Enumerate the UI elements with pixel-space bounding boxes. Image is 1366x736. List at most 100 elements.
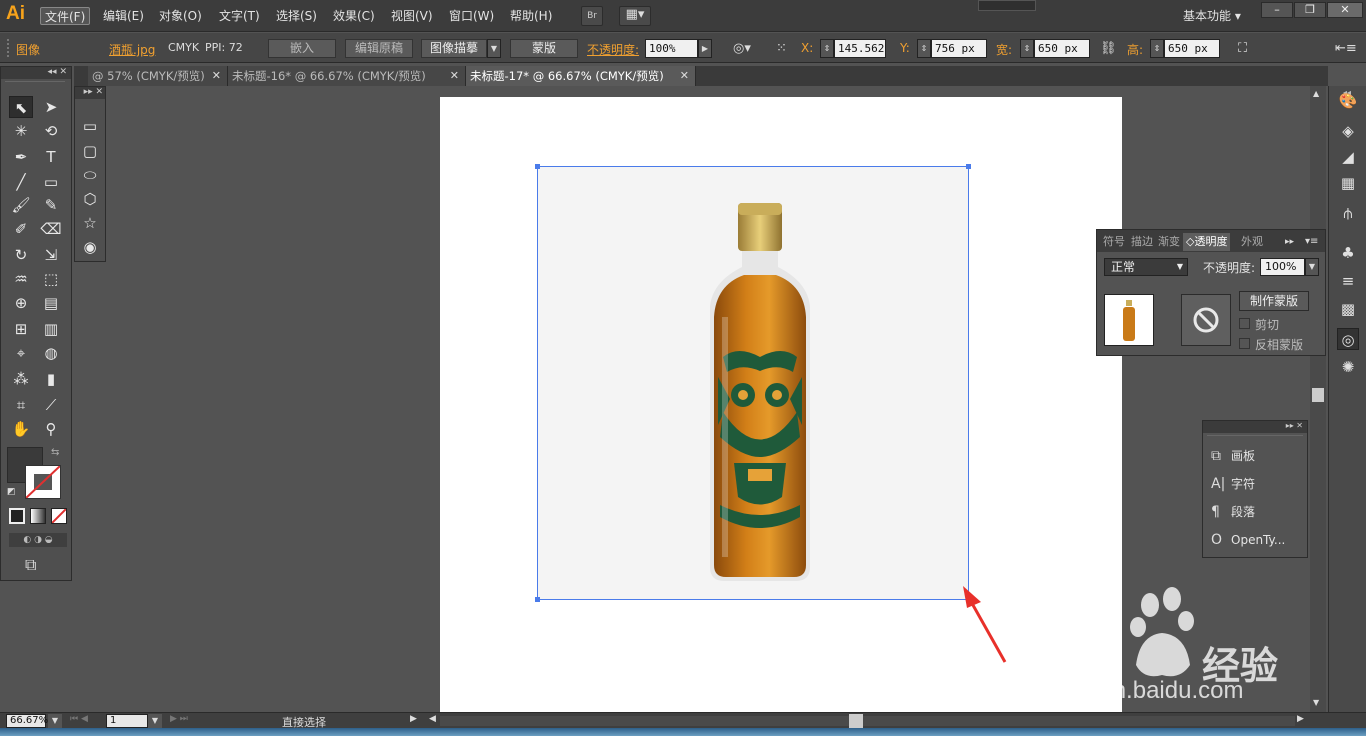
linked-file-link[interactable]: 酒瓶.jpg <box>109 41 155 58</box>
shape-builder-tool-icon[interactable]: ⊕ <box>9 292 33 314</box>
panel-header[interactable]: ▸▸ ✕ <box>75 87 105 99</box>
type-tool-icon[interactable]: T <box>39 146 63 168</box>
scale-tool-icon[interactable]: ⇲ <box>39 244 63 266</box>
gradient-tool-icon[interactable]: ▥ <box>39 318 63 340</box>
blob-brush-tool-icon[interactable]: ✐ <box>9 218 33 240</box>
restore-button[interactable]: ❐ <box>1294 2 1326 18</box>
menu-file[interactable]: 文件(F) <box>40 7 91 25</box>
brushes-icon[interactable]: ⫛ <box>1337 202 1359 224</box>
width-stepper[interactable]: ⇕ <box>1020 39 1034 58</box>
stroke-swatch[interactable] <box>25 465 61 499</box>
panel-header[interactable]: ▸▸ ✕ <box>1203 421 1307 433</box>
flare-tool-icon[interactable]: ◉ <box>78 236 102 258</box>
search-stock-field[interactable] <box>978 0 1036 11</box>
artboards-panel-button[interactable]: ⧉ 画板 <box>1211 446 1255 466</box>
zoom-dropdown[interactable]: ▼ <box>48 714 62 728</box>
polygon-tool-icon[interactable]: ⬡ <box>78 188 102 210</box>
menu-window[interactable]: 窗口(W) <box>445 7 498 25</box>
scroll-down-icon[interactable]: ▼ <box>1313 698 1319 707</box>
opacity-input[interactable]: 100% <box>645 39 698 58</box>
rounded-rectangle-tool-icon[interactable]: ▢ <box>78 140 102 162</box>
grip-handle[interactable] <box>7 39 11 57</box>
warp-tool-icon[interactable]: ♒ <box>9 268 33 290</box>
close-icon[interactable]: ✕ <box>1296 421 1303 430</box>
swap-colors-icon[interactable]: ⇆ <box>51 447 59 458</box>
transform-icon[interactable]: ⛶ <box>1238 41 1247 56</box>
constrain-proportions-icon[interactable]: ⛓ <box>1100 41 1117 56</box>
tab-document-1[interactable]: @ 57% (CMYK/预览) ✕ <box>88 66 228 86</box>
menu-select[interactable]: 选择(S) <box>272 7 321 25</box>
opacity-dropdown[interactable]: ▼ <box>1305 258 1319 276</box>
arrange-documents-button[interactable]: ▦▾ <box>619 6 651 26</box>
selection-handle[interactable] <box>535 597 540 602</box>
menu-edit[interactable]: 编辑(E) <box>99 7 148 25</box>
invert-mask-checkbox[interactable] <box>1239 338 1250 349</box>
image-trace-button[interactable]: 图像描摹 <box>421 39 487 58</box>
tab-transparency[interactable]: ◇透明度 <box>1183 233 1231 251</box>
workspace-switcher[interactable]: 基本功能 ▾ <box>1183 7 1241 24</box>
y-input[interactable]: 756 px <box>931 39 987 58</box>
mesh-tool-icon[interactable]: ⊞ <box>9 318 33 340</box>
height-stepper[interactable]: ⇕ <box>1150 39 1164 58</box>
symbol-sprayer-tool-icon[interactable]: ⁂ <box>9 368 33 390</box>
close-icon[interactable]: ✕ <box>680 66 689 86</box>
layers-icon[interactable]: ◈ <box>1337 120 1359 142</box>
hand-tool-icon[interactable]: ✋ <box>9 418 33 440</box>
artboard-number-input[interactable]: 1 <box>106 714 148 728</box>
blend-mode-select[interactable]: 正常 ▼ <box>1104 258 1188 276</box>
selection-handle[interactable] <box>535 164 540 169</box>
recolor-icon[interactable]: ◎▾ <box>733 41 751 56</box>
selection-handle[interactable] <box>966 164 971 169</box>
close-icon[interactable]: ✕ <box>212 66 221 86</box>
last-artboard-icon[interactable]: ▶ ⏭ <box>170 714 188 724</box>
paragraph-panel-button[interactable]: ¶ 段落 <box>1211 502 1255 522</box>
swatches-icon[interactable]: ▦ <box>1337 172 1359 194</box>
embed-button[interactable]: 嵌入 <box>268 39 336 58</box>
collapse-icon[interactable]: ▸▸ <box>1286 421 1294 430</box>
width-input[interactable]: 650 px <box>1034 39 1090 58</box>
mask-thumbnail[interactable] <box>1181 294 1231 346</box>
none-mode-button[interactable] <box>51 508 67 524</box>
artboard-dropdown[interactable]: ▼ <box>148 714 162 728</box>
default-colors-icon[interactable]: ◩ <box>7 487 16 497</box>
scroll-left-icon[interactable]: ◀ <box>429 714 436 724</box>
gradient-icon[interactable]: ▩ <box>1337 298 1359 320</box>
menu-type[interactable]: 文字(T) <box>215 7 264 25</box>
menu-object[interactable]: 对象(O) <box>155 7 206 25</box>
tab-document-16[interactable]: 未标题-16* @ 66.67% (CMYK/预览) ✕ <box>228 66 466 86</box>
star-tool-icon[interactable]: ☆ <box>78 212 102 234</box>
opentype-panel-button[interactable]: O OpenTy... <box>1211 530 1285 550</box>
lasso-tool-icon[interactable]: ⟲ <box>39 120 63 142</box>
free-transform-tool-icon[interactable]: ⬚ <box>39 268 63 290</box>
artboard-tool-icon[interactable]: ⌗ <box>9 394 33 416</box>
column-graph-tool-icon[interactable]: ▮ <box>39 368 63 390</box>
line-tool-icon[interactable]: ╱ <box>9 171 33 193</box>
blend-tool-icon[interactable]: ◍ <box>39 342 63 364</box>
rectangle-tool-icon[interactable]: ▭ <box>78 115 102 137</box>
eyedropper-tool-icon[interactable]: ⌖ <box>9 342 33 364</box>
scroll-up-icon[interactable]: ▲ <box>1313 89 1319 98</box>
opacity-input[interactable]: 100% <box>1260 258 1305 276</box>
drawing-mode-buttons[interactable]: ◐ ◑ ◒ <box>9 533 67 547</box>
collapse-icon[interactable]: ◂◂ <box>48 67 57 77</box>
color-guide-icon[interactable]: 🎨 <box>1337 90 1359 112</box>
clip-checkbox[interactable] <box>1239 318 1250 329</box>
menu-view[interactable]: 视图(V) <box>387 7 437 25</box>
close-icon[interactable]: ▸▸ ✕ <box>84 87 103 97</box>
slice-tool-icon[interactable]: ⟋ <box>39 394 63 416</box>
tab-symbols[interactable]: 符号 <box>1103 233 1125 251</box>
magic-wand-tool-icon[interactable]: ✳ <box>9 120 33 142</box>
mask-button[interactable]: 蒙版 <box>510 39 578 58</box>
rectangle-tool-icon[interactable]: ▭ <box>39 171 63 193</box>
pen-tool-icon[interactable]: ✒ <box>9 146 33 168</box>
placed-image-selection[interactable] <box>537 166 969 600</box>
x-input[interactable]: 145.562 <box>834 39 886 58</box>
transparency-icon[interactable]: ◎ <box>1337 328 1359 350</box>
perspective-grid-tool-icon[interactable]: ▤ <box>39 292 63 314</box>
selection-tool-icon[interactable]: ⬉ <box>9 96 33 118</box>
tab-document-17[interactable]: 未标题-17* @ 66.67% (CMYK/预览) ✕ <box>466 66 696 86</box>
opacity-label[interactable]: 不透明度: <box>587 41 639 58</box>
status-menu-icon[interactable]: ▶ <box>410 714 417 724</box>
eraser-tool-icon[interactable]: ⌫ <box>39 218 63 240</box>
zoom-input[interactable]: 66.67% <box>6 714 48 728</box>
